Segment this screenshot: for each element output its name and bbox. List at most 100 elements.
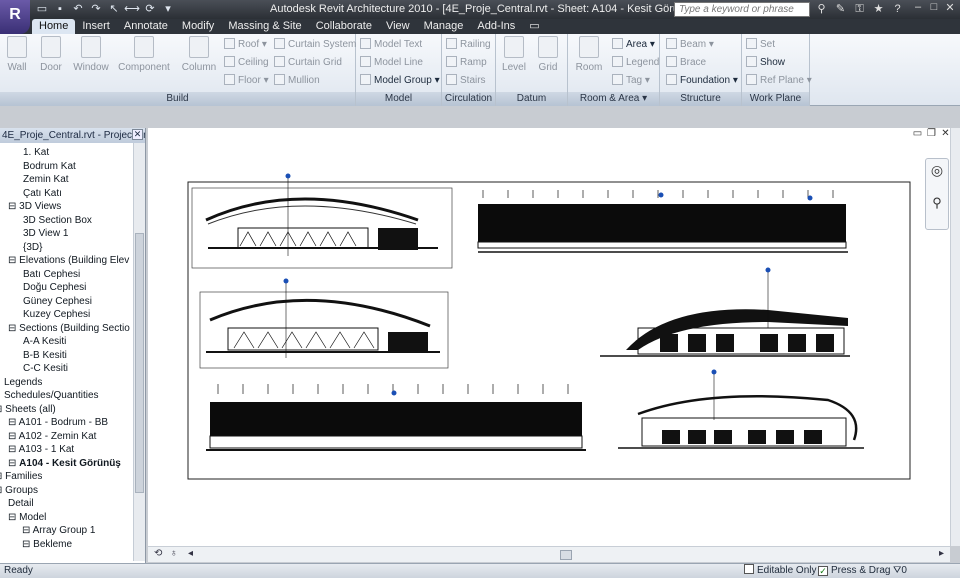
- show-button[interactable]: Show: [746, 55, 785, 71]
- tree-item[interactable]: ⊟ Families: [0, 470, 42, 484]
- curtain-system-button[interactable]: Curtain System: [274, 37, 356, 53]
- tree-item[interactable]: 3D Section Box: [23, 214, 92, 228]
- beam-button[interactable]: Beam ▾: [666, 37, 714, 53]
- tree-item[interactable]: ⊟ Groups: [0, 484, 38, 498]
- tree-item[interactable]: ⊟ Array Group 1: [22, 524, 95, 538]
- browser-scrollbar[interactable]: [133, 143, 145, 561]
- minimize-icon[interactable]: –: [912, 1, 924, 16]
- tab-insert[interactable]: Insert: [75, 19, 117, 34]
- room-button[interactable]: Room: [572, 36, 606, 73]
- horizontal-scrollbar[interactable]: ⟲ ♁ ◂ ▸: [148, 546, 950, 562]
- binoculars-icon[interactable]: ⚲: [814, 2, 829, 17]
- model-line-button[interactable]: Model Line: [360, 55, 423, 71]
- tile-view-icon[interactable]: ❐: [926, 128, 937, 139]
- tree-item[interactable]: ⊟ A104 - Kesit Görünüş: [8, 457, 121, 471]
- column-button[interactable]: Column: [180, 36, 218, 73]
- tree-item[interactable]: ⊟ Sections (Building Sectio: [8, 322, 130, 336]
- editable-only-checkbox[interactable]: Editable Only: [744, 564, 816, 578]
- expand-icon[interactable]: ⊟: [8, 323, 19, 334]
- tab-manage[interactable]: Manage: [417, 19, 471, 34]
- tree-item[interactable]: B-B Kesiti: [23, 349, 67, 363]
- ribbon-toggle-icon[interactable]: ▭: [522, 19, 546, 34]
- brace-button[interactable]: Brace: [666, 55, 706, 71]
- tree-item[interactable]: Kuzey Cephesi: [23, 308, 90, 322]
- star-icon[interactable]: ★: [871, 2, 886, 17]
- expand-icon[interactable]: ⊟: [8, 444, 19, 455]
- tree-item[interactable]: Bodrum Kat: [23, 160, 76, 174]
- tree-item[interactable]: ⊟ Elevations (Building Elev: [8, 254, 129, 268]
- select-icon[interactable]: ↖: [106, 2, 122, 17]
- tab-modify[interactable]: Modify: [175, 19, 221, 34]
- tools-icon[interactable]: ✎: [833, 2, 848, 17]
- railing-button[interactable]: Railing: [446, 37, 491, 53]
- visual-style-icon[interactable]: ♁: [170, 548, 178, 559]
- expand-icon[interactable]: ⊟: [8, 458, 19, 469]
- save-icon[interactable]: ▪: [52, 2, 68, 17]
- close-icon[interactable]: ✕: [132, 129, 143, 140]
- tree-item[interactable]: Schedules/Quantities: [4, 389, 99, 403]
- roof-button[interactable]: Roof ▾: [224, 37, 267, 53]
- area-button[interactable]: Area ▾: [612, 37, 655, 53]
- redo-icon[interactable]: ↷: [88, 2, 104, 17]
- tree-item[interactable]: ⊟ Sheets (all): [0, 403, 56, 417]
- expand-icon[interactable]: ⊟: [8, 431, 19, 442]
- level-button[interactable]: Level: [500, 36, 528, 73]
- expand-icon[interactable]: ⊟: [8, 417, 19, 428]
- set-button[interactable]: Set: [746, 37, 775, 53]
- scroll-left-icon[interactable]: ◂: [188, 548, 193, 559]
- tree-item[interactable]: {3D}: [23, 241, 42, 255]
- close-icon[interactable]: ✕: [944, 1, 956, 16]
- wall-button[interactable]: Wall: [4, 36, 30, 73]
- steering-wheel-icon[interactable]: ◎: [929, 163, 945, 181]
- tree-item[interactable]: ⊟ A103 - 1 Kat: [8, 443, 74, 457]
- view-control-icon[interactable]: ⟲: [154, 548, 162, 559]
- room-area-panel-label[interactable]: Room & Area ▾: [568, 92, 659, 106]
- ceiling-button[interactable]: Ceiling: [224, 55, 269, 71]
- undo-icon[interactable]: ↶: [70, 2, 86, 17]
- open-icon[interactable]: ▭: [34, 2, 50, 17]
- grid-button[interactable]: Grid: [534, 36, 562, 73]
- application-menu-button[interactable]: R: [0, 0, 30, 34]
- drawing-canvas[interactable]: [148, 128, 950, 546]
- tab-massing-site[interactable]: Massing & Site: [221, 19, 308, 34]
- tree-item[interactable]: ⊟ Model: [8, 511, 46, 525]
- scroll-right-icon[interactable]: ▸: [939, 548, 944, 559]
- door-button[interactable]: Door: [38, 36, 64, 73]
- expand-icon[interactable]: ⊟: [22, 539, 33, 550]
- horizontal-scrollbar-thumb[interactable]: [560, 550, 572, 560]
- tree-item[interactable]: Detail: [8, 497, 34, 511]
- dropdown-icon[interactable]: ▾: [160, 2, 176, 17]
- tag-button[interactable]: Tag ▾: [612, 73, 650, 89]
- restore-view-icon[interactable]: ▭: [912, 128, 923, 139]
- curtain-grid-button[interactable]: Curtain Grid: [274, 55, 342, 71]
- vertical-scrollbar[interactable]: [950, 128, 960, 546]
- press-drag-checkbox[interactable]: ✓ Press & Drag: [818, 564, 890, 578]
- tree-item[interactable]: Güney Cephesi: [23, 295, 92, 309]
- tab-home[interactable]: Home: [32, 19, 76, 34]
- tree-item[interactable]: C-C Kesiti: [23, 362, 68, 376]
- sync-icon[interactable]: ⟳: [142, 2, 158, 17]
- model-text-button[interactable]: Model Text: [360, 37, 422, 53]
- maximize-icon[interactable]: □: [928, 1, 940, 16]
- stairs-button[interactable]: Stairs: [446, 73, 486, 89]
- window-button[interactable]: Window: [72, 36, 110, 73]
- tree-item[interactable]: ⊟ A101 - Bodrum - BB: [8, 416, 108, 430]
- tree-item[interactable]: ⊟ A102 - Zemin Kat: [8, 430, 96, 444]
- key-icon[interactable]: ⚿: [852, 2, 867, 17]
- scrollbar-thumb[interactable]: [135, 233, 144, 493]
- legend-button[interactable]: Legend: [612, 55, 659, 71]
- tree-item[interactable]: ⊟ Bekleme: [22, 538, 72, 552]
- tree-item[interactable]: Çatı Katı: [23, 187, 62, 201]
- search-input[interactable]: Type a keyword or phrase: [674, 2, 810, 17]
- expand-icon[interactable]: ⊟: [8, 255, 19, 266]
- tab-add-ins[interactable]: Add-Ins: [470, 19, 522, 34]
- model-group-button[interactable]: Model Group ▾: [360, 73, 440, 89]
- expand-icon[interactable]: ⊟: [22, 525, 33, 536]
- tab-view[interactable]: View: [379, 19, 417, 34]
- foundation-button[interactable]: Foundation ▾: [666, 73, 738, 89]
- tree-item[interactable]: Doğu Cephesi: [23, 281, 86, 295]
- tree-item[interactable]: 3D View 1: [23, 227, 68, 241]
- zoom-icon[interactable]: ⚲: [929, 196, 945, 213]
- component-button[interactable]: Component: [118, 36, 170, 73]
- floor-button[interactable]: Floor ▾: [224, 73, 269, 89]
